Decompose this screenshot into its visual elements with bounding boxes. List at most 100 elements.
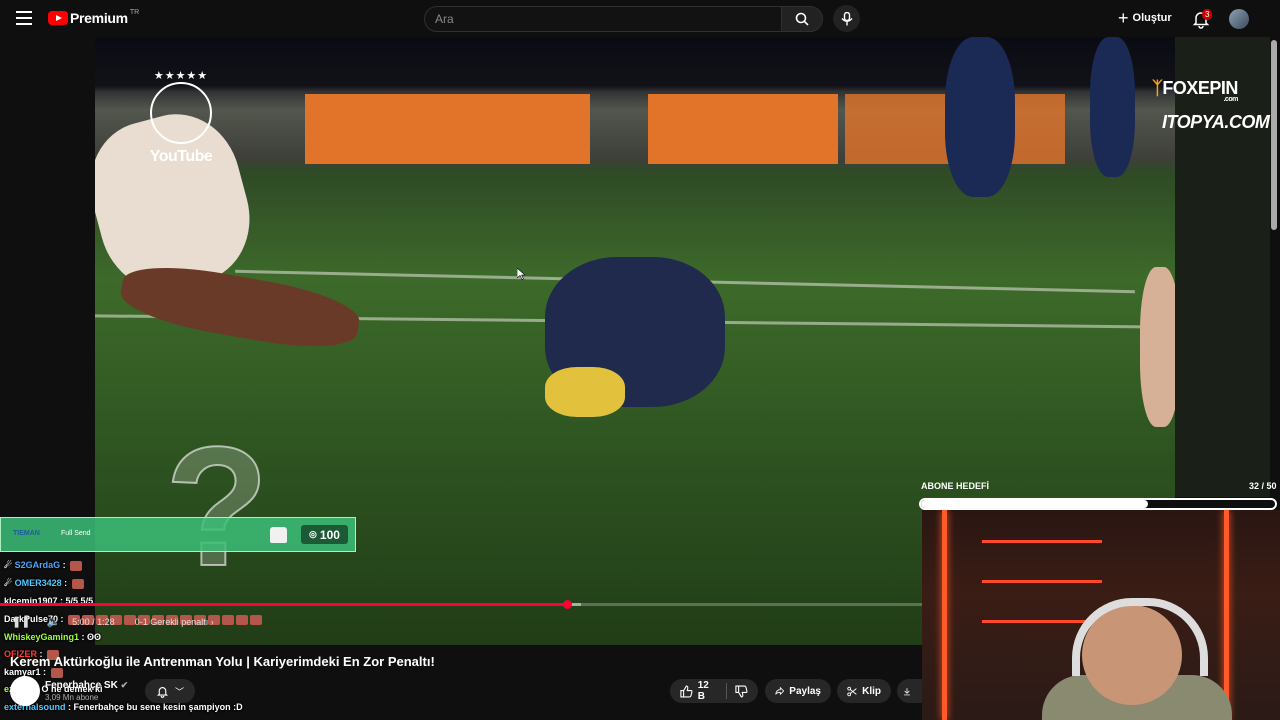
pause-icon[interactable]: ❚❚ (12, 615, 30, 628)
emote-icon (222, 614, 235, 625)
subscriber-goal-bar (919, 498, 1277, 510)
like-icon[interactable] (680, 685, 693, 698)
like-dislike-group: 12 B (670, 679, 758, 703)
like-count[interactable]: 12 B (698, 680, 719, 702)
donation-alert: TIEMAN Full Send ◎ 100 (0, 517, 356, 552)
video-progress-bar[interactable] (0, 600, 922, 609)
fenerbahce-crest: ★★★★★ YouTube (148, 69, 214, 166)
emote-icon (71, 578, 84, 589)
chat-username: S2GArdaG (14, 560, 61, 570)
neon-light (942, 510, 947, 720)
mouse-cursor-icon (517, 268, 525, 280)
youtube-play-icon (48, 11, 68, 25)
coin-icon: ◎ (309, 529, 317, 539)
donation-amount-value: 100 (319, 527, 340, 542)
foxepin-label: FOXEPIN (1162, 78, 1238, 98)
search-button[interactable] (781, 6, 823, 32)
club-crest-icon (150, 82, 212, 144)
chat-text: Fenerbahçe bu sene kesin şampiyon :D (73, 702, 243, 712)
subscriber-goal-label: ABONE HEDEFİ (921, 481, 990, 491)
jersey-icon (270, 527, 287, 543)
download-icon (904, 687, 910, 695)
chevron-down-icon: ﹀ (174, 686, 184, 697)
chat-icon: ☄ (4, 578, 15, 588)
player-background (945, 37, 1015, 197)
create-button[interactable]: + Oluştur (1118, 8, 1172, 28)
headset (1072, 598, 1208, 676)
emote-icon (250, 614, 263, 625)
country-code: TR (129, 8, 140, 16)
chat-message: ☄ OMER3428 : (4, 578, 84, 589)
voice-search-button[interactable] (833, 5, 860, 32)
chat-message: ☄ S2GArdaG : (4, 560, 83, 571)
subscription-bell-button[interactable]: ﹀ (145, 679, 195, 703)
share-label: Paylaş (789, 685, 821, 697)
clip-label: Klip (862, 685, 881, 697)
menu-icon[interactable] (16, 11, 32, 25)
emote-icon (50, 667, 63, 678)
bell-icon (156, 686, 169, 698)
chapter-title[interactable]: 0-1 Gerekli penaltı (135, 617, 209, 627)
emote-icon (70, 560, 83, 571)
question-mark-graphic: ? (164, 412, 270, 602)
channel-name-label: Fenerbahçe SK (45, 680, 118, 691)
dislike-icon[interactable] (735, 685, 748, 698)
neon-light (1224, 510, 1229, 720)
emote-icon: ʘʘ (87, 632, 102, 642)
chat-username: OMER3428 (14, 578, 62, 588)
time-display: 5:00 / 1:28 (72, 616, 115, 627)
chat-message: externalsound : Fenerbahçe bu sene kesin… (4, 702, 243, 712)
account-avatar[interactable] (1229, 9, 1249, 29)
plus-icon: + (1118, 8, 1129, 28)
verified-icon: ✔ (120, 680, 129, 690)
youtube-watermark: YouTube (149, 148, 213, 165)
microphone-icon (840, 11, 853, 25)
subscriber-goal-count: 32 / 50 (1249, 481, 1277, 491)
subscriber-count: 3,09 Mn abone (45, 693, 99, 702)
youtube-premium-logo[interactable]: Premium TR (48, 8, 140, 26)
player-skin (1140, 267, 1175, 427)
shelf (982, 580, 1102, 583)
chevron-right-icon[interactable]: › (208, 617, 214, 627)
shelf (982, 540, 1102, 543)
fox-icon: ᛉ (1152, 78, 1163, 98)
donor-name: TIEMAN (13, 530, 40, 537)
foxepin-sponsor: ᛉFOXEPIN .com (1152, 78, 1238, 103)
share-icon (775, 686, 785, 696)
scrubber-handle[interactable] (563, 600, 573, 609)
played-bar (0, 603, 568, 606)
brand-label: Premium (70, 10, 128, 26)
share-button[interactable]: Paylaş (765, 679, 831, 703)
channel-avatar[interactable] (10, 676, 40, 706)
emote-icon (236, 614, 249, 625)
chat-icon: ☄ (4, 560, 15, 570)
stream-side-overlay (1175, 37, 1270, 497)
streamer-webcam: EXVEG (922, 510, 1280, 720)
stadium-adboard (305, 94, 590, 164)
search-icon (795, 12, 809, 26)
video-title: Kerem Aktürkoğlu ile Antrenman Yolu | Ka… (10, 654, 435, 669)
itopya-sponsor: ITOPYA.COM (1162, 112, 1270, 132)
stadium-adboard (648, 94, 838, 164)
goal-bar-fill (921, 500, 1148, 508)
download-button[interactable] (897, 679, 922, 703)
stars-icon: ★★★★★ (153, 70, 209, 82)
create-label: Oluştur (1132, 12, 1172, 24)
chat-message: WhiskeyGaming1 : ʘʘ (4, 632, 102, 642)
search-box (424, 6, 782, 32)
player-controls: ❚❚ 🔈 5:00 / 1:28 0-1 Gerekli penaltı › (12, 615, 214, 628)
divider (726, 683, 728, 699)
player-background (1090, 37, 1135, 177)
top-bar: Premium TR + Oluştur 3 (0, 0, 1280, 37)
donation-amount: ◎ 100 (301, 525, 348, 544)
chat-username: externalsound (4, 702, 66, 712)
chat-username: WhiskeyGaming1 (4, 632, 80, 642)
clip-button[interactable]: Klip (837, 679, 891, 703)
search-input[interactable] (425, 7, 765, 31)
player-boots (545, 367, 625, 417)
volume-icon[interactable]: 🔈 (46, 615, 60, 628)
donation-message: Full Send (61, 530, 91, 537)
scissors-icon (847, 686, 857, 696)
scrollbar-thumb[interactable] (1271, 40, 1277, 230)
channel-name[interactable]: Fenerbahçe SK ✔ (45, 680, 128, 691)
